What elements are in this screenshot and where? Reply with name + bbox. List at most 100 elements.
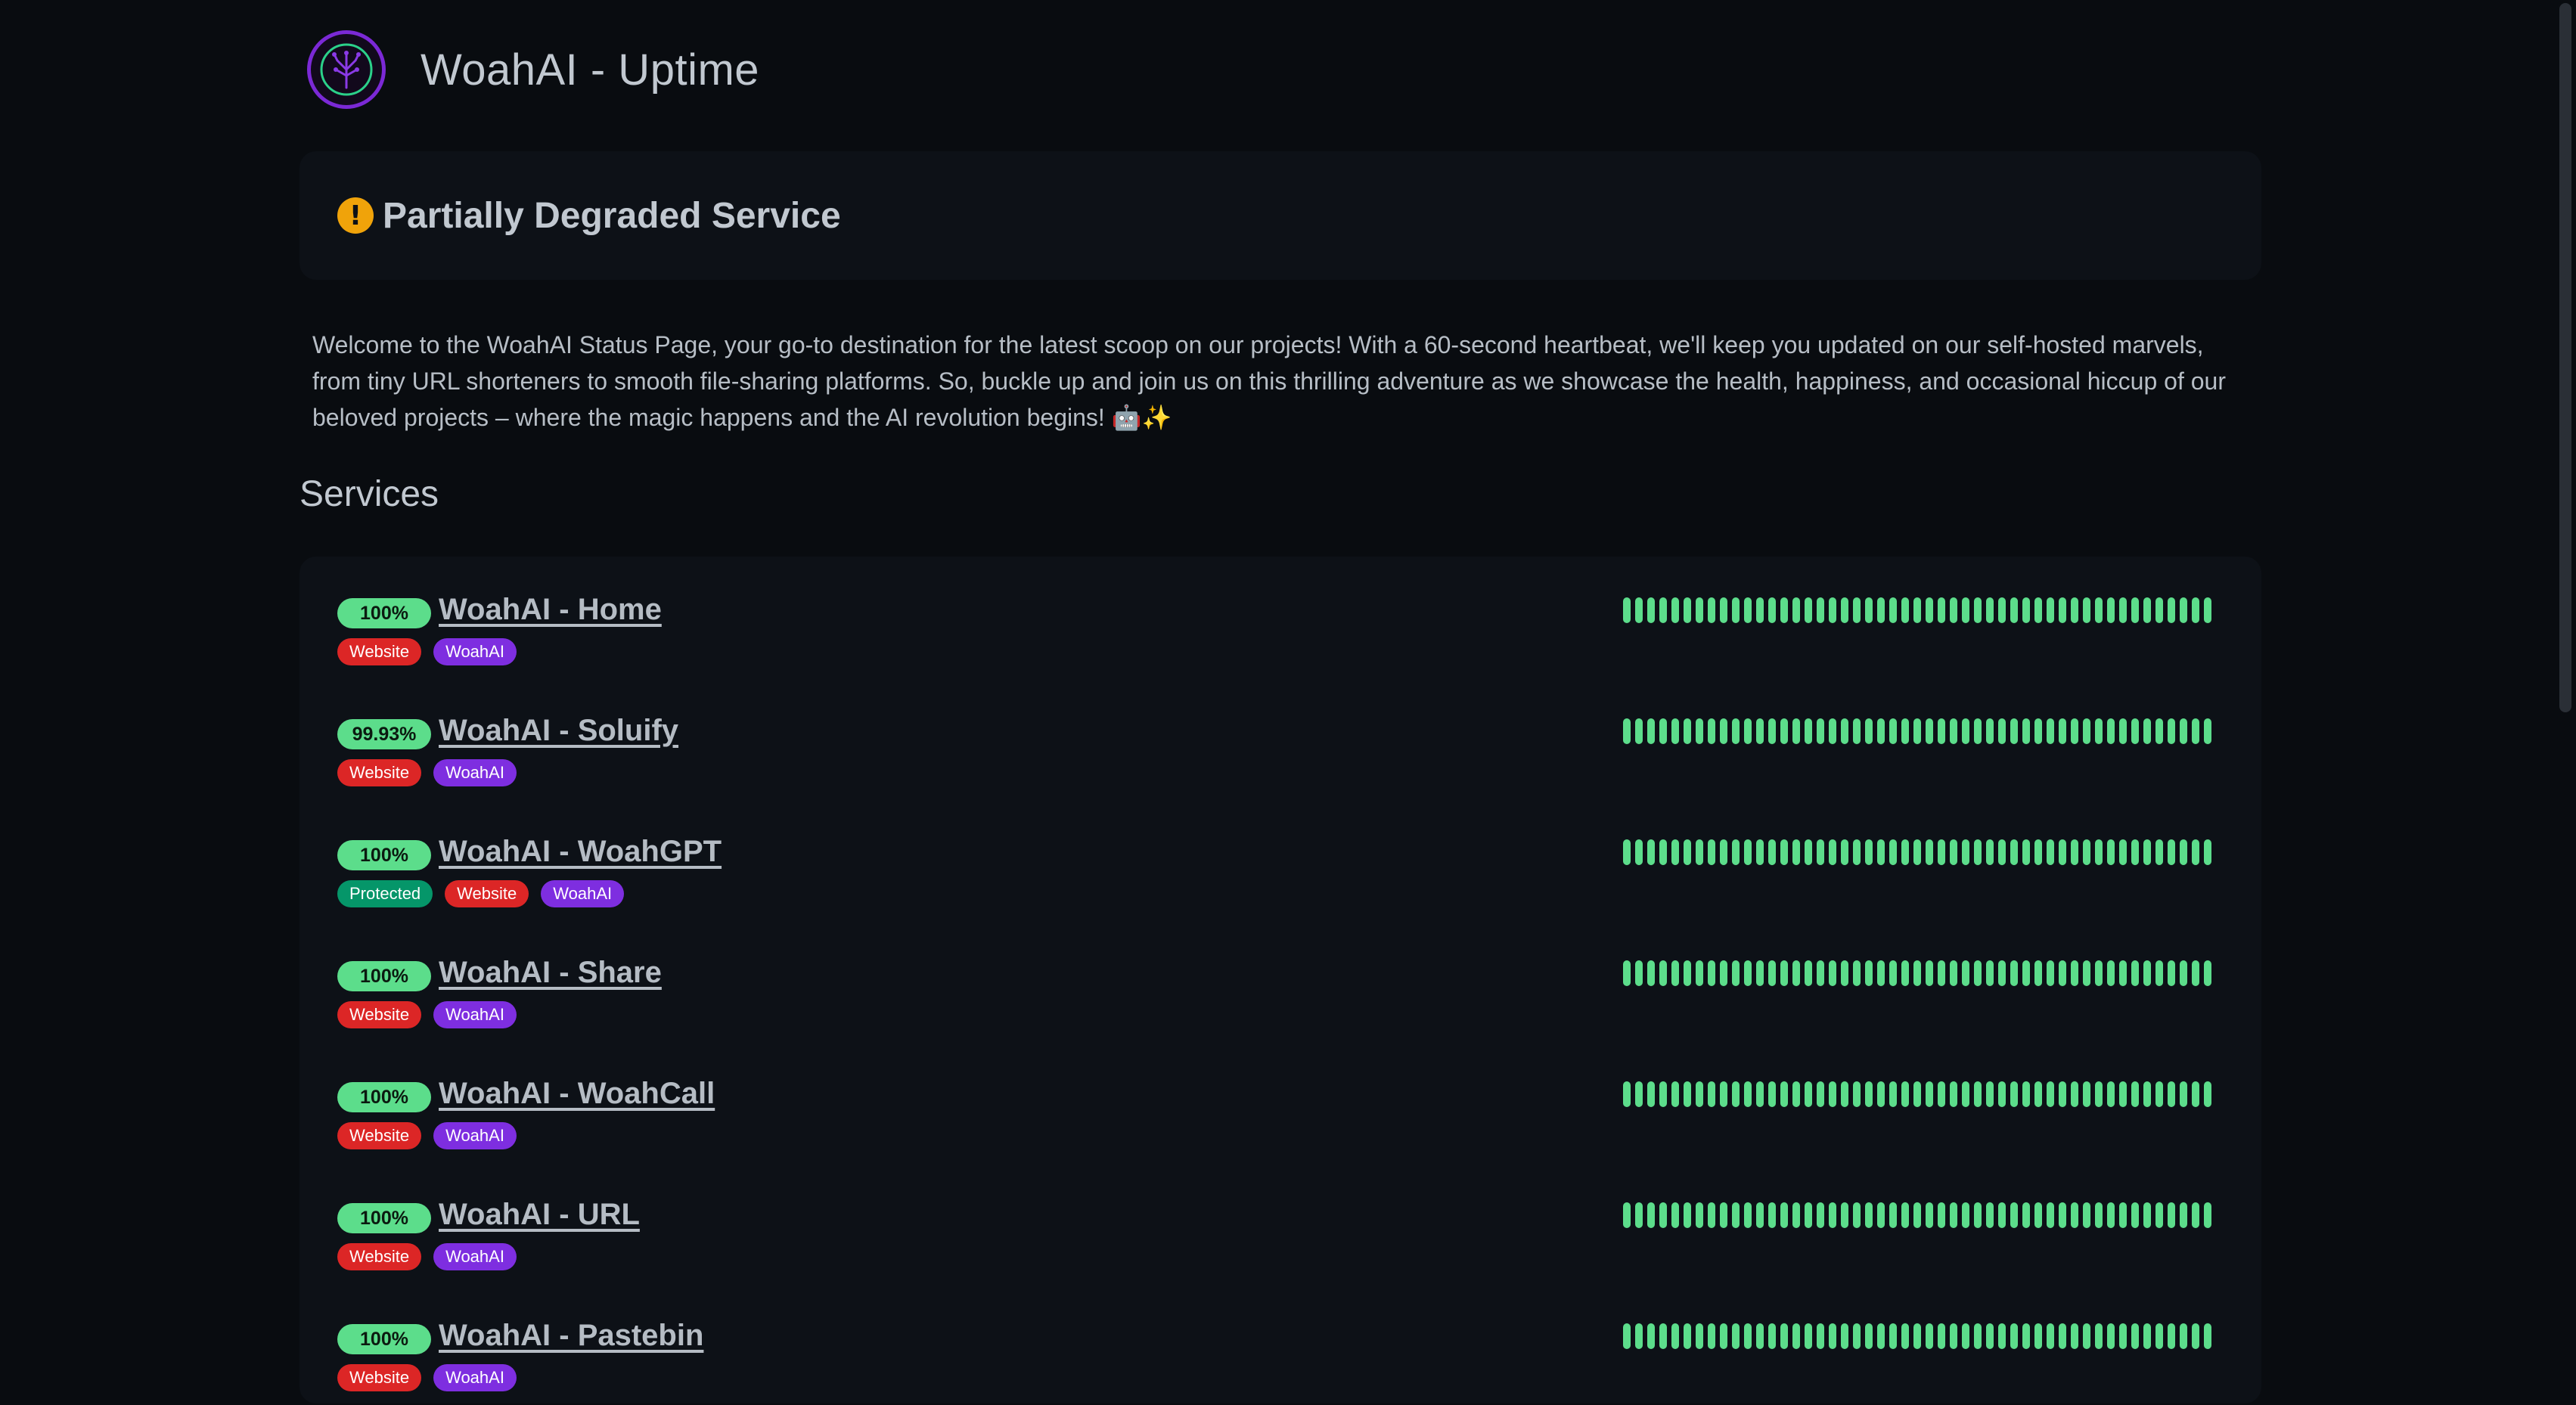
heartbeat-beat[interactable]	[1659, 839, 1667, 865]
heartbeat-beat[interactable]	[2010, 597, 2018, 623]
heartbeat-beat[interactable]	[1805, 718, 1812, 744]
heartbeat-beat[interactable]	[2180, 839, 2187, 865]
heartbeat-beat[interactable]	[1671, 597, 1679, 623]
heartbeat-beat[interactable]	[1913, 718, 1921, 744]
heartbeat-beat[interactable]	[2107, 1081, 2115, 1107]
heartbeat-beat[interactable]	[2059, 1202, 2066, 1228]
heartbeat-beat[interactable]	[2071, 597, 2078, 623]
heartbeat-beat[interactable]	[2095, 839, 2103, 865]
heartbeat-beat[interactable]	[1805, 960, 1812, 986]
heartbeat-beat[interactable]	[1635, 1202, 1643, 1228]
heartbeat-beat[interactable]	[1889, 1081, 1897, 1107]
heartbeat-beat[interactable]	[1998, 1081, 2006, 1107]
heartbeat-beat[interactable]	[2192, 1081, 2199, 1107]
service-name-link[interactable]: WoahAI - URL	[439, 1198, 640, 1232]
heartbeat-beat[interactable]	[2010, 718, 2018, 744]
heartbeat-beat[interactable]	[2168, 1081, 2175, 1107]
heartbeat-beat[interactable]	[1829, 960, 1836, 986]
heartbeat-beat[interactable]	[2022, 1202, 2030, 1228]
heartbeat-beat[interactable]	[1974, 1323, 1982, 1349]
heartbeat-beat[interactable]	[1962, 718, 1969, 744]
heartbeat-beat[interactable]	[1889, 718, 1897, 744]
heartbeat-beat[interactable]	[2047, 960, 2054, 986]
heartbeat-beat[interactable]	[1805, 597, 1812, 623]
heartbeat-beat[interactable]	[1792, 960, 1800, 986]
service-name-link[interactable]: WoahAI - WoahGPT	[439, 835, 722, 869]
heartbeat-beat[interactable]	[2143, 960, 2151, 986]
heartbeat-beat[interactable]	[1732, 718, 1740, 744]
heartbeat-beat[interactable]	[1647, 597, 1655, 623]
heartbeat-beat[interactable]	[1938, 839, 1945, 865]
heartbeat-beat[interactable]	[2168, 960, 2175, 986]
heartbeat-beat[interactable]	[1768, 1081, 1776, 1107]
heartbeat-beat[interactable]	[2180, 718, 2187, 744]
heartbeat-beat[interactable]	[1684, 960, 1691, 986]
heartbeat-beat[interactable]	[2168, 1323, 2175, 1349]
heartbeat-beat[interactable]	[1829, 839, 1836, 865]
heartbeat-beat[interactable]	[1768, 960, 1776, 986]
heartbeat-beat[interactable]	[1877, 960, 1885, 986]
heartbeat-beat[interactable]	[1926, 960, 1933, 986]
heartbeat-beat[interactable]	[1998, 597, 2006, 623]
heartbeat-beat[interactable]	[1998, 1323, 2006, 1349]
heartbeat-beat[interactable]	[1708, 839, 1715, 865]
heartbeat-beat[interactable]	[2047, 839, 2054, 865]
heartbeat-beat[interactable]	[1684, 1081, 1691, 1107]
heartbeat-beat[interactable]	[1829, 1202, 1836, 1228]
heartbeat-beat[interactable]	[1938, 1323, 1945, 1349]
heartbeat-beat[interactable]	[1768, 718, 1776, 744]
brain-tree-logo-icon[interactable]	[307, 30, 386, 109]
heartbeat-beat[interactable]	[1901, 839, 1909, 865]
heartbeat-beat[interactable]	[1998, 960, 2006, 986]
heartbeat-beat[interactable]	[2034, 839, 2042, 865]
heartbeat-beat[interactable]	[1926, 718, 1933, 744]
heartbeat-beat[interactable]	[1938, 960, 1945, 986]
heartbeat-beat[interactable]	[1768, 597, 1776, 623]
heartbeat-beat[interactable]	[2107, 597, 2115, 623]
heartbeat-beat[interactable]	[1986, 718, 1994, 744]
heartbeat-beat[interactable]	[1780, 1323, 1788, 1349]
heartbeat-beat[interactable]	[2047, 1081, 2054, 1107]
heartbeat-beat[interactable]	[1974, 1081, 1982, 1107]
heartbeat-beat[interactable]	[1696, 597, 1703, 623]
heartbeat-beat[interactable]	[2095, 1323, 2103, 1349]
heartbeat-beat[interactable]	[2034, 1081, 2042, 1107]
heartbeat-beat[interactable]	[1792, 839, 1800, 865]
heartbeat-beat[interactable]	[2071, 1081, 2078, 1107]
heartbeat-beat[interactable]	[2107, 960, 2115, 986]
heartbeat-beat[interactable]	[1671, 1323, 1679, 1349]
heartbeat-beat[interactable]	[1720, 718, 1727, 744]
heartbeat-beat[interactable]	[1768, 839, 1776, 865]
heartbeat-beat[interactable]	[1744, 597, 1752, 623]
heartbeat-beat[interactable]	[2047, 597, 2054, 623]
heartbeat-beat[interactable]	[1780, 960, 1788, 986]
heartbeat-beat[interactable]	[1647, 1081, 1655, 1107]
heartbeat-beat[interactable]	[2119, 597, 2127, 623]
heartbeat-beat[interactable]	[1841, 597, 1848, 623]
heartbeat-beat[interactable]	[2204, 718, 2211, 744]
heartbeat-beat[interactable]	[2083, 597, 2090, 623]
heartbeat-beat[interactable]	[1865, 1081, 1873, 1107]
heartbeat-beat[interactable]	[2083, 1323, 2090, 1349]
heartbeat-beat[interactable]	[1926, 1202, 1933, 1228]
heartbeat-beat[interactable]	[1635, 1081, 1643, 1107]
heartbeat-beat[interactable]	[1792, 1081, 1800, 1107]
heartbeat-beat[interactable]	[1756, 1202, 1764, 1228]
heartbeat-beat[interactable]	[1756, 718, 1764, 744]
heartbeat-beat[interactable]	[1877, 597, 1885, 623]
heartbeat-beat[interactable]	[2180, 1081, 2187, 1107]
heartbeat-beat[interactable]	[2192, 1323, 2199, 1349]
heartbeat-beat[interactable]	[1817, 718, 1824, 744]
heartbeat-beat[interactable]	[1829, 1323, 1836, 1349]
heartbeat-beat[interactable]	[1829, 1081, 1836, 1107]
heartbeat-beat[interactable]	[2143, 1323, 2151, 1349]
heartbeat-beat[interactable]	[1853, 1323, 1861, 1349]
heartbeat-beat[interactable]	[1913, 1323, 1921, 1349]
heartbeat-beat[interactable]	[1901, 1323, 1909, 1349]
heartbeat-beat[interactable]	[1744, 839, 1752, 865]
heartbeat-beat[interactable]	[2119, 1081, 2127, 1107]
heartbeat-beat[interactable]	[2131, 597, 2139, 623]
heartbeat-beat[interactable]	[1950, 839, 1957, 865]
heartbeat-beat[interactable]	[2204, 1081, 2211, 1107]
heartbeat-beat[interactable]	[1635, 960, 1643, 986]
